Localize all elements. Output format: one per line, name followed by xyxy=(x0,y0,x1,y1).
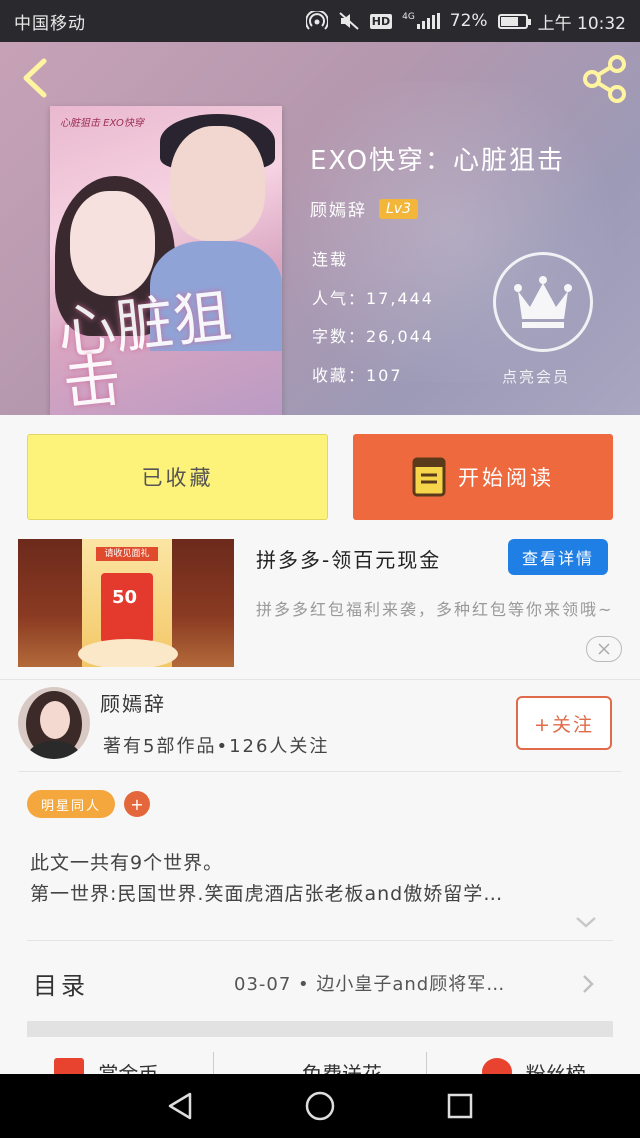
ad-image-value: 50 xyxy=(112,587,138,608)
divider xyxy=(27,940,613,941)
flower-icon xyxy=(258,1058,288,1074)
vip-button[interactable] xyxy=(493,252,593,352)
nav-recents-button[interactable] xyxy=(440,1086,480,1126)
view-details-button[interactable]: 查看详情 xyxy=(508,539,608,575)
serial-status: 连载 xyxy=(312,250,349,269)
level-badge: Lv3 xyxy=(379,198,418,219)
toc-label[interactable]: 目录 xyxy=(33,966,89,1001)
back-triangle-icon xyxy=(168,1092,192,1120)
recents-square-icon xyxy=(447,1093,473,1119)
share-button[interactable] xyxy=(580,54,630,104)
system-nav-bar xyxy=(0,1074,640,1138)
divider xyxy=(0,679,640,680)
nav-home-button[interactable] xyxy=(300,1086,340,1126)
gold-icon xyxy=(54,1058,85,1074)
author-card-name[interactable]: 顾嫣辞 xyxy=(100,688,166,717)
chevron-down-icon xyxy=(576,917,596,928)
tab-reward-coins[interactable]: 赏金币 xyxy=(0,1052,213,1074)
follow-button[interactable]: +关注 xyxy=(516,696,612,750)
battery-icon xyxy=(497,13,531,29)
book-icon xyxy=(412,457,446,497)
crown-icon xyxy=(514,276,572,328)
section-divider xyxy=(27,1021,613,1037)
toc-arrow-button[interactable] xyxy=(580,972,596,996)
start-reading-label: 开始阅读 xyxy=(458,466,554,490)
close-icon xyxy=(598,643,610,655)
favorited-button[interactable]: 已收藏 xyxy=(27,434,328,520)
battery-percent: 72% xyxy=(449,11,488,31)
ad-image[interactable]: 请收见面礼 50 xyxy=(18,539,234,667)
book-cover[interactable]: 心脏狙击 EXO快穿 心脏狙击 xyxy=(50,106,282,415)
bottom-action-tabs: 赏金币 免费送花 粉丝榜 xyxy=(0,1052,640,1074)
back-button[interactable] xyxy=(16,56,56,100)
network-type: 4G xyxy=(402,12,415,22)
popularity: 人气：17,444 xyxy=(312,289,434,308)
expand-intro-button[interactable] xyxy=(574,912,598,932)
author-row: 顾嫣辞 Lv3 xyxy=(310,196,418,221)
divider xyxy=(18,771,622,772)
book-title: EXO快穿：心脏狙击 xyxy=(310,146,566,176)
ad-description: 拼多多红包福利来袭，多种红包等你来领哦~ xyxy=(256,600,614,619)
ad-image-banner: 请收见面礼 xyxy=(96,547,158,561)
favorite-count: 收藏：107 xyxy=(312,366,403,385)
add-tag-button[interactable]: + xyxy=(124,791,150,817)
tab-label: 粉丝榜 xyxy=(525,1062,586,1074)
tab-fans-ranking[interactable]: 粉丝榜 xyxy=(427,1052,640,1074)
book-intro[interactable]: 此文一共有9个世界。 第一世界:民国世界.笑面虎酒店张老板and傲娇留学… xyxy=(30,848,610,910)
mute-icon xyxy=(339,12,359,30)
favorited-label: 已收藏 xyxy=(141,466,214,490)
start-reading-button[interactable]: 开始阅读 xyxy=(353,434,613,520)
status-bar: 中国移动 HD 4G 72% 上午 10:32 xyxy=(0,0,640,42)
book-header: 心脏狙击 EXO快穿 心脏狙击 EXO快穿：心脏狙击 顾嫣辞 Lv3 连载 人气… xyxy=(0,42,640,415)
home-circle-icon xyxy=(305,1091,335,1121)
author-avatar[interactable] xyxy=(18,687,90,759)
hotspot-icon xyxy=(305,11,328,30)
clock: 上午 10:32 xyxy=(537,13,626,34)
ad-close-button[interactable] xyxy=(586,636,622,662)
nav-back-button[interactable] xyxy=(160,1086,200,1126)
author-stats: 著有5部作品•126人关注 xyxy=(103,736,330,757)
intro-line: 第一世界:民国世界.笑面虎酒店张老板and傲娇留学… xyxy=(30,883,504,905)
cover-calligraphy: 心脏狙击 xyxy=(54,281,235,415)
signal-icon: 4G xyxy=(402,13,440,29)
share-icon xyxy=(583,55,626,103)
status-icons: HD 4G 72% 上午 10:32 xyxy=(305,9,626,34)
latest-chapter[interactable]: 03-07 • 边小皇子and顾将军… xyxy=(234,970,505,996)
word-count: 字数：26,044 xyxy=(312,327,434,346)
chevron-right-icon xyxy=(583,975,594,993)
fans-icon xyxy=(481,1058,512,1074)
intro-line: 此文一共有9个世界。 xyxy=(30,852,224,874)
author-name[interactable]: 顾嫣辞 xyxy=(310,196,367,221)
hd-badge: HD xyxy=(369,13,393,29)
tab-label: 免费送花 xyxy=(302,1062,382,1074)
vip-label: 点亮会员 xyxy=(502,368,571,386)
chevron-left-icon xyxy=(23,58,47,98)
cover-top-text: 心脏狙击 EXO快穿 xyxy=(60,118,144,129)
tab-free-flowers[interactable]: 免费送花 xyxy=(214,1052,427,1074)
tag-item[interactable]: 明星同人 xyxy=(27,790,115,818)
tab-label: 赏金币 xyxy=(98,1062,159,1074)
ad-title[interactable]: 拼多多-领百元现金 xyxy=(256,544,441,573)
carrier-label: 中国移动 xyxy=(14,13,86,34)
